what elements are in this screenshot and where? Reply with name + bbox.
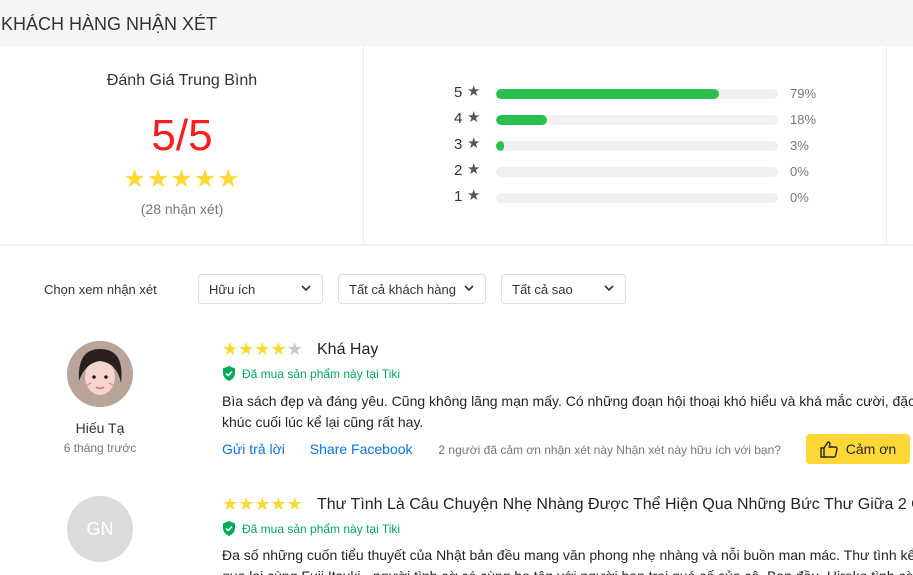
star-icon: ★ bbox=[467, 109, 481, 126]
customer-filter-value: Tất cả khách hàng bbox=[349, 282, 456, 297]
chevron-down-icon bbox=[604, 285, 614, 292]
review-time: 6 tháng trước bbox=[63, 441, 137, 455]
star-icon: ★ bbox=[254, 494, 271, 514]
review-content-line: qua lại cùng Fuji Itsuki - người tình cờ… bbox=[222, 566, 913, 575]
thumbs-up-icon bbox=[820, 440, 838, 458]
divider bbox=[886, 46, 887, 244]
star-icon: ★ bbox=[270, 494, 287, 514]
section-title: KHÁCH HÀNG NHẬN XÉT bbox=[1, 14, 218, 34]
verified-purchase: Đã mua sản phẩm này tại Tiki bbox=[222, 521, 400, 536]
shield-check-icon bbox=[223, 366, 235, 381]
rating-bar bbox=[496, 115, 778, 125]
star-icon: ★ bbox=[286, 494, 303, 514]
star-icon: ★ bbox=[467, 161, 481, 178]
chevron-down-icon bbox=[464, 285, 474, 292]
thanks-button[interactable]: Cảm ơn bbox=[806, 434, 910, 464]
review-content-line: khúc cuối lúc kể lại cũng rất hay. bbox=[222, 414, 424, 430]
review-content: Đa số những cuốn tiểu thuyết của Nhật bả… bbox=[222, 545, 913, 575]
rating-bar bbox=[496, 193, 778, 203]
sort-select[interactable]: Hữu ích bbox=[198, 274, 323, 304]
rating-bar-fill bbox=[496, 141, 505, 151]
star-filter-value: Tất cả sao bbox=[512, 282, 573, 297]
review-actions: Gửi trả lời Share Facebook 2 người đã cả… bbox=[222, 441, 781, 457]
star-icon: ★ bbox=[222, 494, 239, 514]
verified-text: Đã mua sản phẩm này tại Tiki bbox=[242, 522, 401, 536]
rating-percent: 0% bbox=[790, 164, 809, 179]
star-icon: ★ bbox=[238, 339, 255, 359]
sort-select-value: Hữu ích bbox=[209, 282, 256, 297]
average-rating-box: Đánh Giá Trung Bình 5/5 ★★★★★ (28 nhận x… bbox=[0, 46, 364, 244]
star-icon: ★ bbox=[222, 339, 239, 359]
rating-percent: 0% bbox=[790, 190, 809, 205]
rating-distribution-row: 3 ★ 3% bbox=[454, 135, 834, 155]
avatar-photo-icon bbox=[67, 341, 133, 407]
star-icon: ★ bbox=[467, 83, 481, 100]
rating-level: 5 bbox=[454, 84, 463, 101]
rating-bar-fill bbox=[496, 115, 547, 125]
rating-percent: 79% bbox=[790, 86, 817, 101]
reply-link[interactable]: Gửi trả lời bbox=[222, 441, 285, 457]
star-icon: ★ bbox=[254, 339, 271, 359]
chevron-down-icon bbox=[301, 285, 311, 292]
rating-summary: Đánh Giá Trung Bình 5/5 ★★★★★ (28 nhận x… bbox=[0, 46, 913, 244]
review-content-line: Đa số những cuốn tiểu thuyết của Nhật bả… bbox=[222, 547, 913, 563]
reviewer-name: Hiếu Tạ bbox=[75, 420, 125, 436]
rating-level: 2 bbox=[454, 162, 463, 179]
rating-distribution-row: 2 ★ 0% bbox=[454, 161, 834, 181]
avatar: GN bbox=[67, 496, 133, 562]
rating-level: 1 bbox=[454, 188, 463, 205]
rating-bar bbox=[496, 167, 778, 177]
average-score: 5/5 bbox=[151, 111, 213, 160]
rating-level: 3 bbox=[454, 136, 463, 153]
reviews-list: Chọn xem nhận xét Hữu ích Tất cả khách h… bbox=[0, 245, 913, 575]
review-title: Thư Tình Là Câu Chuyện Nhẹ Nhàng Được Th… bbox=[317, 496, 913, 513]
review-content-line: Bìa sách đẹp và đáng yêu. Cũng không lãn… bbox=[222, 393, 913, 409]
average-rating-title: Đánh Giá Trung Bình bbox=[106, 72, 258, 89]
verified-text: Đã mua sản phẩm này tại Tiki bbox=[242, 367, 401, 381]
share-facebook-link[interactable]: Share Facebook bbox=[310, 441, 413, 457]
average-stars-icon: ★★★★★ bbox=[123, 165, 241, 193]
verified-purchase: Đã mua sản phẩm này tại Tiki bbox=[222, 366, 400, 381]
rating-bar-fill bbox=[496, 89, 719, 99]
rating-distribution-row: 4 ★ 18% bbox=[454, 109, 834, 129]
rating-level: 4 bbox=[454, 110, 463, 127]
thanks-button-label: Cảm ơn bbox=[845, 441, 897, 457]
review-content: Bìa sách đẹp và đáng yêu. Cũng không lãn… bbox=[222, 391, 913, 433]
avatar bbox=[67, 341, 133, 407]
review-title: Khá Hay bbox=[317, 341, 379, 358]
rating-bar bbox=[496, 89, 778, 99]
star-icon: ★ bbox=[467, 135, 481, 152]
review-count: (28 nhận xét) bbox=[140, 201, 224, 217]
helpful-count-text: 2 người đã cảm ơn nhận xét này Nhận xét … bbox=[438, 443, 781, 457]
star-filter-select[interactable]: Tất cả sao bbox=[501, 274, 626, 304]
review-rating-stars-icon: ★★★★★ bbox=[222, 339, 303, 360]
review-rating-stars-icon: ★★★★★ bbox=[222, 494, 303, 515]
star-icon: ★ bbox=[467, 187, 481, 204]
rating-distribution-row: 1 ★ 0% bbox=[454, 187, 834, 207]
filter-label: Chọn xem nhận xét bbox=[44, 282, 157, 297]
rating-distribution-row: 5 ★ 79% bbox=[454, 83, 834, 103]
star-icon: ★ bbox=[238, 494, 255, 514]
shield-check-icon bbox=[223, 521, 235, 536]
rating-bar bbox=[496, 141, 778, 151]
star-icon: ★ bbox=[270, 339, 287, 359]
rating-percent: 18% bbox=[790, 112, 817, 127]
star-icon: ★ bbox=[286, 339, 303, 359]
customer-filter-select[interactable]: Tất cả khách hàng bbox=[338, 274, 486, 304]
rating-percent: 3% bbox=[790, 138, 809, 153]
